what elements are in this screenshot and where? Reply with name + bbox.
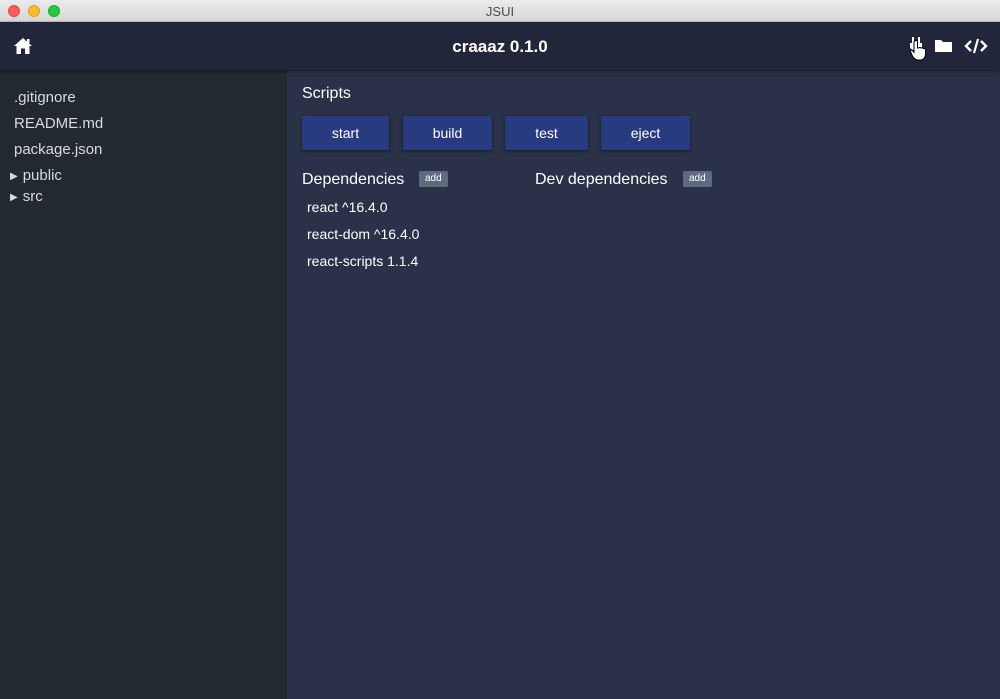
- window-title: JSUI: [485, 4, 515, 19]
- file-item-gitignore[interactable]: .gitignore: [14, 89, 76, 106]
- folder-label: src: [22, 188, 43, 205]
- file-item-package-json[interactable]: package.json: [14, 141, 102, 158]
- script-button-eject[interactable]: eject: [601, 116, 690, 150]
- script-button-start[interactable]: start: [302, 116, 389, 150]
- folder-item-public[interactable]: ▶ public: [10, 167, 62, 184]
- dependency-item-react-scripts[interactable]: react-scripts 1.1.4: [307, 253, 418, 269]
- app-header: craaaz 0.1.0: [0, 22, 1000, 70]
- main-panel: Scripts start build test eject Dependenc…: [288, 70, 1000, 699]
- caret-right-icon: ▶: [10, 171, 18, 182]
- add-dependency-button[interactable]: add: [419, 171, 448, 187]
- file-tree-sidebar: .gitignore README.md package.json ▶ publi…: [0, 70, 287, 699]
- folder-icon[interactable]: [933, 35, 955, 57]
- project-title: craaaz 0.1.0: [452, 37, 548, 56]
- add-dev-dependency-button[interactable]: add: [683, 171, 712, 187]
- scripts-heading: Scripts: [302, 85, 351, 102]
- window-titlebar: JSUI: [0, 0, 1000, 22]
- dependency-item-react-dom[interactable]: react-dom ^16.4.0: [307, 226, 419, 242]
- folder-item-src[interactable]: ▶ src: [10, 188, 43, 205]
- dependencies-heading: Dependencies: [302, 171, 405, 188]
- caret-right-icon: ▶: [10, 192, 18, 203]
- app-window: JSUI craaaz 0.1.0 .gitignore README.md p…: [0, 0, 1000, 699]
- file-item-readme[interactable]: README.md: [14, 115, 103, 132]
- script-button-build[interactable]: build: [403, 116, 492, 150]
- dev-dependencies-heading: Dev dependencies: [535, 171, 668, 188]
- hand-cursor-icon: [909, 39, 927, 61]
- folder-label: public: [22, 167, 62, 184]
- code-icon[interactable]: [963, 35, 989, 57]
- dependency-item-react[interactable]: react ^16.4.0: [307, 199, 388, 215]
- script-button-test[interactable]: test: [505, 116, 588, 150]
